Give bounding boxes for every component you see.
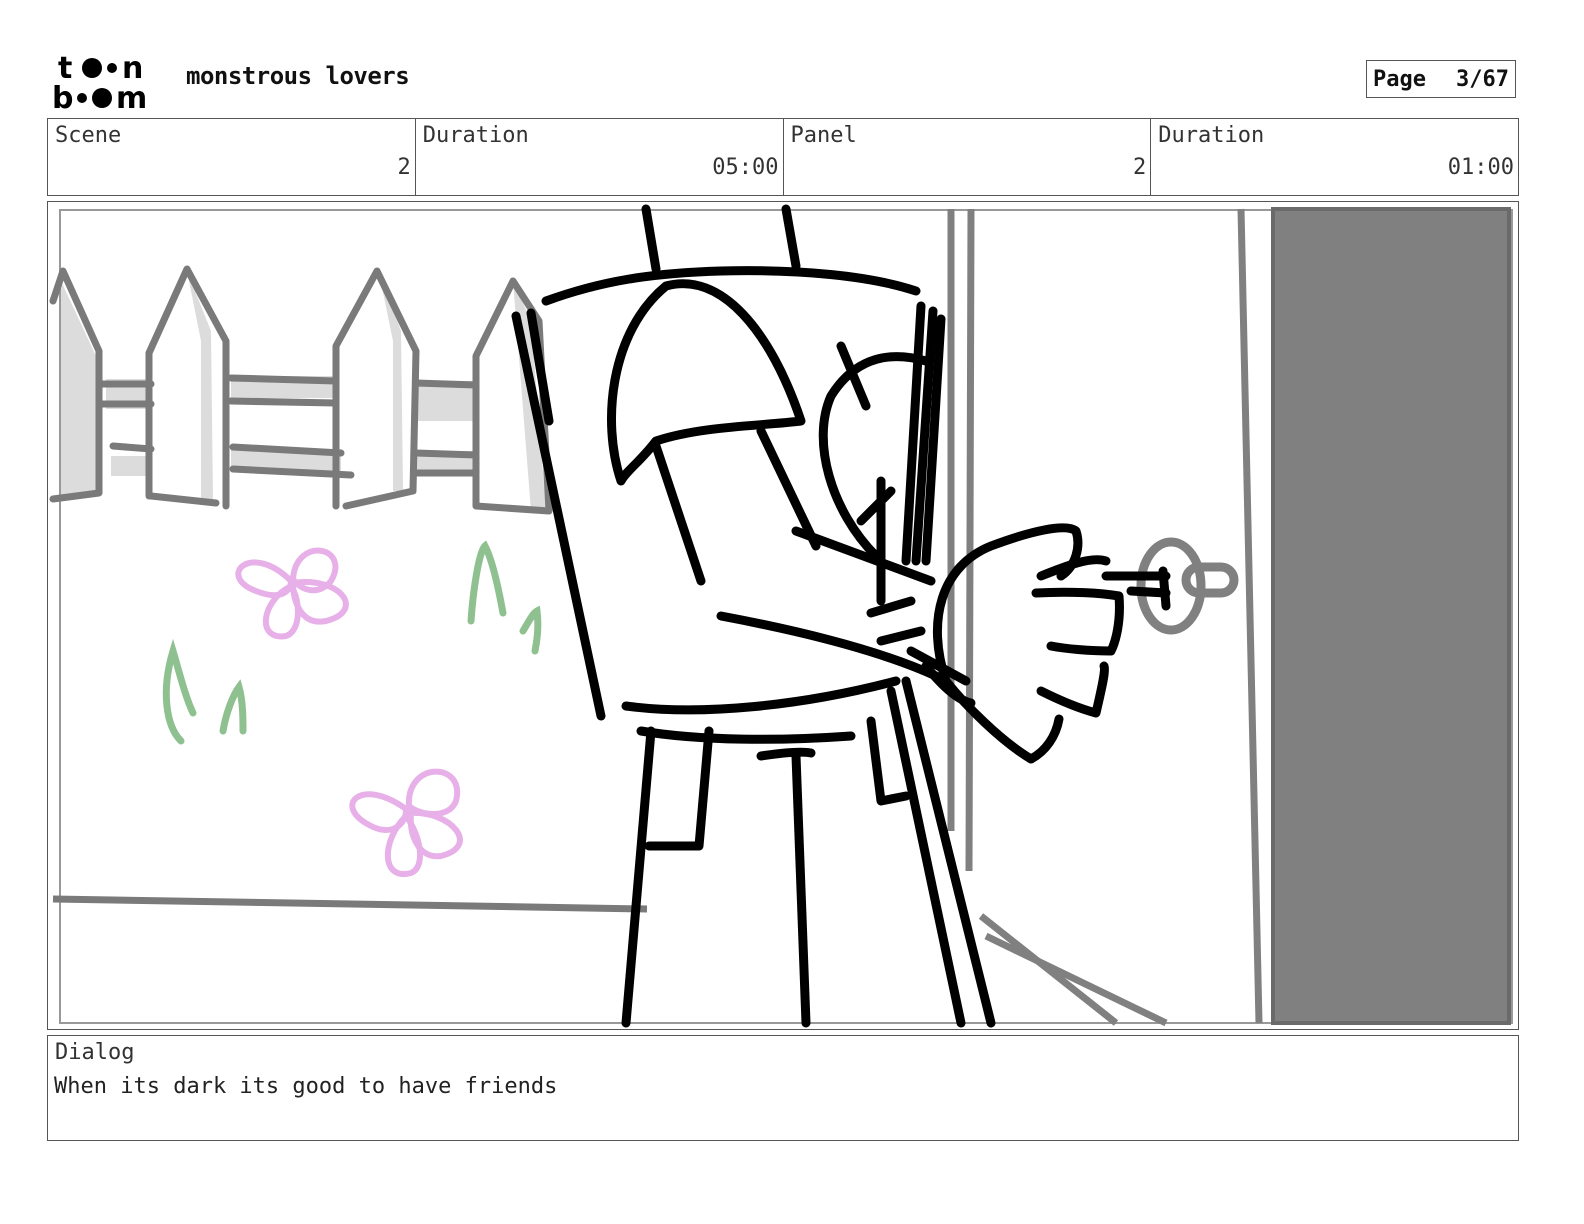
page-label: Page — [1373, 66, 1426, 92]
dialog-text: When its dark its good to have friends — [54, 1074, 558, 1099]
project-title: monstrous lovers — [186, 62, 410, 90]
panel-label: Panel — [790, 123, 857, 148]
panel-duration-cell: Duration 01:00 — [1151, 119, 1518, 195]
scene-info-table: Scene 2 Duration 05:00 Panel 2 Duration … — [47, 118, 1519, 196]
scene-duration-label: Duration — [422, 123, 529, 148]
svg-text:m: m — [116, 81, 147, 112]
scene-label: Scene — [55, 123, 122, 148]
toon-boom-logo: t n b m — [52, 51, 147, 112]
dialog-label: Dialog — [55, 1040, 135, 1065]
storyboard-panel — [47, 201, 1519, 1030]
page-indicator: Page 3/67 — [1366, 60, 1516, 98]
scene-value: 2 — [397, 155, 411, 180]
panel-duration-label: Duration — [1158, 123, 1265, 148]
scene-cell: Scene 2 — [48, 119, 416, 195]
page-value: 3/67 — [1456, 66, 1509, 92]
scene-duration-value: 05:00 — [712, 155, 779, 180]
dialog-box: Dialog When its dark its good to have fr… — [47, 1035, 1519, 1141]
svg-text:b: b — [52, 81, 73, 112]
panel-cell: Panel 2 — [784, 119, 1152, 195]
scene-duration-cell: Duration 05:00 — [416, 119, 784, 195]
panel-duration-value: 01:00 — [1447, 155, 1514, 180]
storyboard-sketch-image — [49, 204, 1513, 1028]
panel-value: 2 — [1133, 155, 1147, 180]
